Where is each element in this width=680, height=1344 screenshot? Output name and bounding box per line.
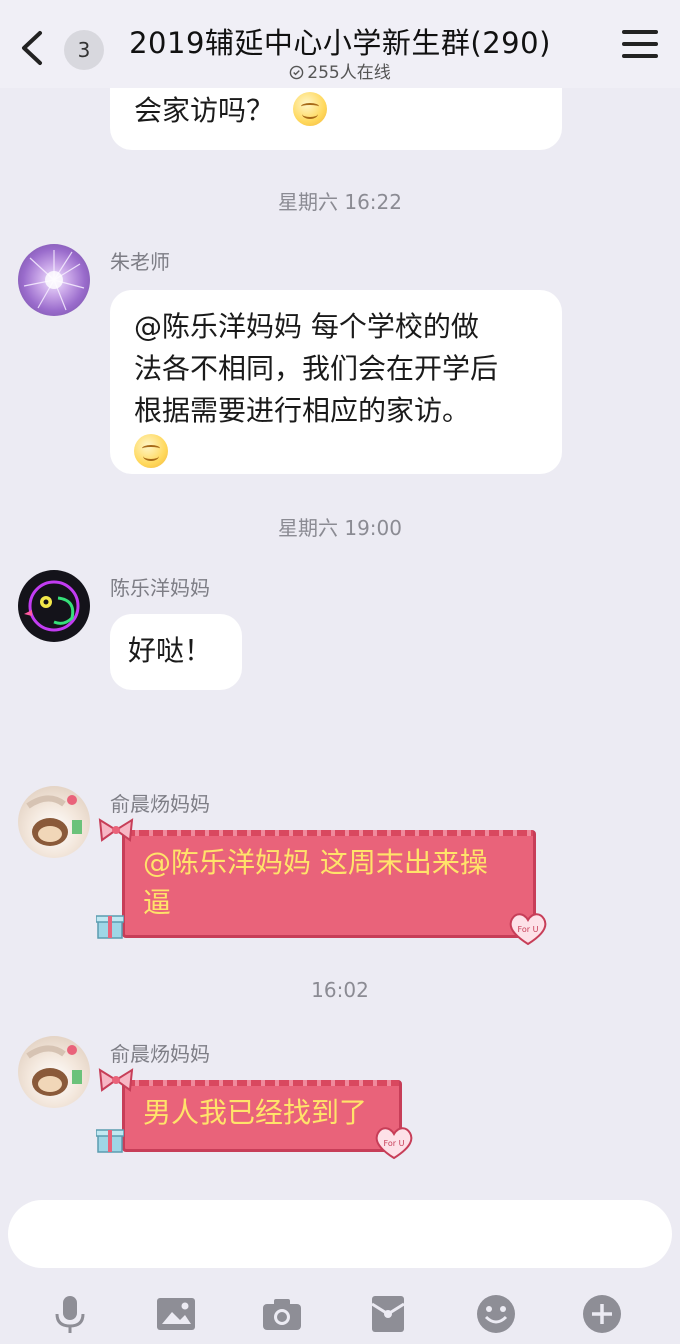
- gift-style-message-bubble[interactable]: @陈乐洋妈妈 这周末出来操 逼: [122, 830, 536, 938]
- gift-box-icon: [96, 1129, 124, 1153]
- gift-style-message-bubble[interactable]: 男人我已经找到了: [122, 1080, 402, 1152]
- message-line: 根据需要进行相应的家访。: [134, 394, 471, 427]
- avatar[interactable]: [18, 570, 90, 642]
- message-bubble[interactable]: @陈乐洋妈妈 每个学校的做 法各不相同，我们会在开学后 根据需要进行相应的家访。: [110, 290, 562, 474]
- message-line: @陈乐洋妈妈 这周末出来操: [143, 846, 488, 879]
- timestamp: 星期六 19:00: [278, 516, 402, 540]
- online-status: 255人在线: [0, 58, 680, 83]
- message-bubble[interactable]: 好哒！: [110, 614, 242, 690]
- chat-title: 2019辅延中心小学新生群(290): [129, 26, 551, 60]
- message-line: 逼: [143, 886, 172, 919]
- smile-emoji-icon: [292, 92, 327, 126]
- emoji-icon[interactable]: [474, 1292, 518, 1336]
- red-packet-icon[interactable]: [366, 1292, 410, 1336]
- avatar[interactable]: [18, 786, 90, 858]
- message-line: 法各不相同，我们会在开学后: [134, 352, 499, 385]
- gift-box-icon: [96, 915, 124, 939]
- online-circle-icon: [289, 65, 304, 80]
- message-line: @陈乐洋妈妈 每个学校的做: [134, 310, 479, 343]
- timestamp: 星期六 16:22: [278, 190, 402, 214]
- message-text: 会家访吗？: [134, 94, 275, 127]
- online-status-text: 255人在线: [307, 63, 391, 83]
- neon-bird-avatar-image: [24, 580, 80, 632]
- timestamp: 16:02: [311, 978, 369, 1002]
- microphone-icon[interactable]: [48, 1292, 92, 1336]
- message-input[interactable]: [8, 1200, 672, 1268]
- image-icon[interactable]: [154, 1292, 198, 1336]
- sender-name: 朱老师: [110, 250, 170, 274]
- input-toolbar: [0, 1280, 680, 1344]
- svg-text:For U: For U: [384, 1139, 405, 1148]
- avatar[interactable]: [18, 1036, 90, 1108]
- heart-tag-icon: For U: [509, 913, 547, 946]
- message-text: 好哒！: [128, 634, 213, 667]
- avatar[interactable]: [18, 244, 90, 316]
- smile-emoji-icon: [134, 434, 168, 468]
- sender-name: 陈乐洋妈妈: [110, 576, 210, 600]
- ribbon-bow-icon: [98, 818, 134, 842]
- chat-header: 3 2019辅延中心小学新生群(290) 255人在线: [0, 0, 680, 88]
- cartoon-avatar-image: [26, 1045, 82, 1096]
- dandelion-avatar-image: [23, 250, 85, 311]
- plus-icon[interactable]: [580, 1292, 624, 1336]
- cartoon-avatar-image: [26, 795, 82, 846]
- sender-name: 俞晨炀妈妈: [110, 792, 210, 816]
- svg-text:For U: For U: [518, 925, 539, 934]
- camera-icon[interactable]: [260, 1292, 304, 1336]
- hamburger-menu-icon[interactable]: [622, 30, 658, 62]
- sender-name: 俞晨炀妈妈: [110, 1042, 210, 1066]
- heart-tag-icon: For U: [375, 1127, 413, 1160]
- ribbon-bow-icon: [98, 1068, 134, 1092]
- message-line: 男人我已经找到了: [143, 1096, 368, 1129]
